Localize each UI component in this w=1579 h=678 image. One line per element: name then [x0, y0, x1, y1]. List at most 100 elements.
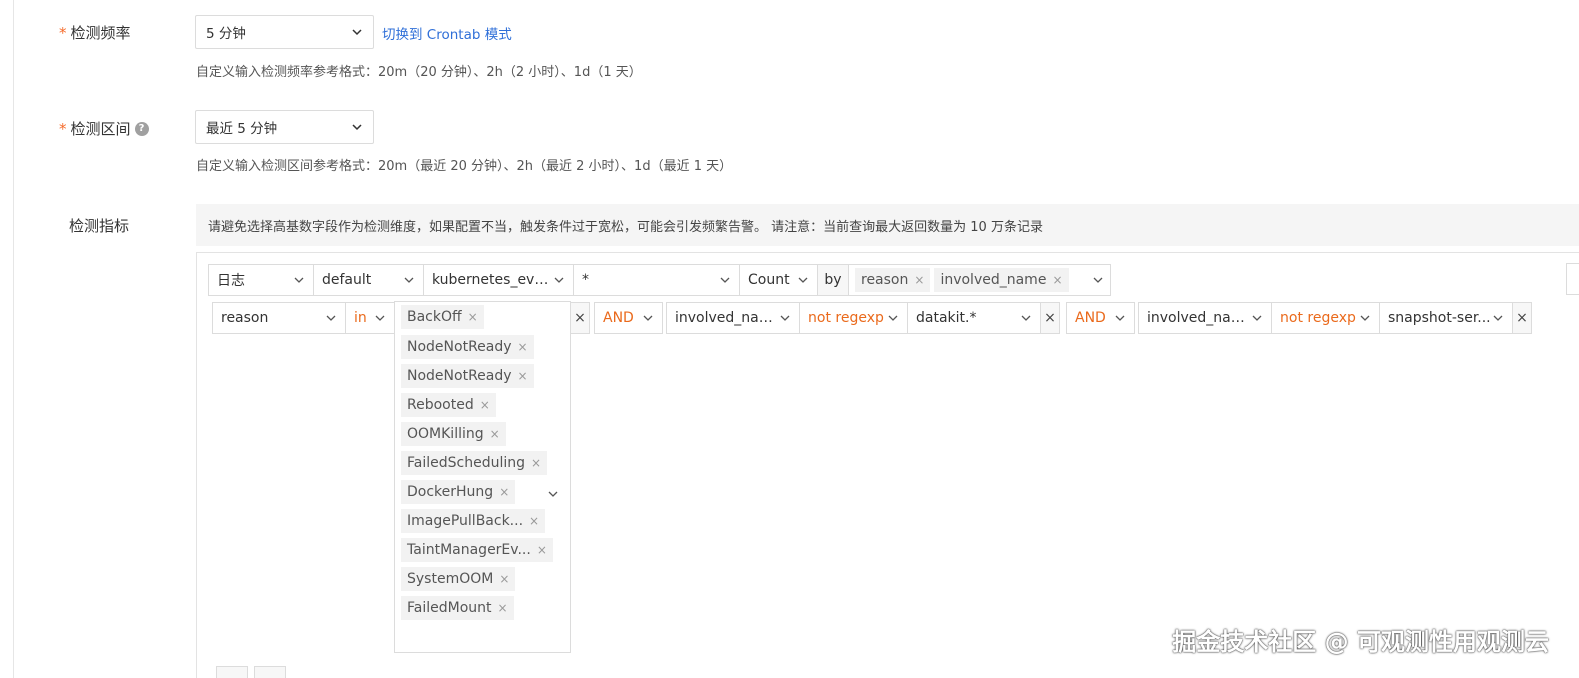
remove-filter-button[interactable]: ×	[1040, 302, 1060, 334]
value-tag-label: SystemOOM	[407, 571, 494, 587]
group-by-select[interactable]: reason × involved_name ×	[848, 264, 1111, 296]
close-icon[interactable]: ×	[499, 485, 509, 499]
switch-crontab-link[interactable]: 切换到 Crontab 模式	[382, 23, 512, 43]
frequency-value: 5 分钟	[206, 26, 246, 42]
function-value: Count	[748, 272, 790, 288]
remove-filter-button[interactable]: ×	[570, 302, 590, 334]
value-tag-label: DockerHung	[407, 484, 494, 500]
index-select[interactable]: default	[313, 264, 424, 296]
filter-value: datakit.*	[916, 310, 977, 326]
value-tag: DockerHung ×	[401, 480, 516, 504]
chevron-down-icon	[1092, 274, 1104, 286]
chevron-down-icon	[351, 121, 363, 133]
filter-field-value: involved_name	[675, 310, 779, 326]
value-tag-label: TaintManagerEv...	[407, 542, 531, 558]
chevron-down-icon	[797, 274, 809, 286]
chevron-down-icon	[547, 488, 559, 500]
metrics-notice: 请避免选择高基数字段作为检测维度，如果配置不当，触发条件过于宽松，可能会引发频繁…	[196, 204, 1579, 246]
add-button[interactable]	[254, 666, 286, 678]
filter-operator-select[interactable]: in	[345, 302, 395, 334]
panel-edge	[1566, 263, 1579, 295]
filter-value: snapshot-ser...	[1388, 310, 1491, 326]
value-tag-label: ImagePullBack...	[407, 513, 524, 529]
interval-select[interactable]: 最近 5 分钟	[195, 110, 374, 144]
interval-value: 最近 5 分钟	[206, 121, 278, 137]
filter-operator-value: not regexp	[808, 310, 884, 326]
add-button[interactable]	[216, 666, 248, 678]
close-icon[interactable]: ×	[518, 340, 528, 354]
close-icon[interactable]: ×	[531, 456, 541, 470]
filter-value-select[interactable]: snapshot-ser...	[1379, 302, 1513, 334]
value-tag: NodeNotReady ×	[401, 335, 534, 359]
frequency-hint: 自定义输入检测频率参考格式：20m（20 分钟）、2h（2 小时）、1d（1 天…	[196, 65, 642, 80]
close-icon[interactable]: ×	[490, 427, 500, 441]
close-icon[interactable]: ×	[914, 273, 924, 287]
remove-filter-button[interactable]: ×	[1512, 302, 1532, 334]
field-value: *	[582, 272, 589, 288]
value-tag-label: NodeNotReady	[407, 339, 512, 355]
metrics-label: 检测指标	[69, 217, 130, 235]
filter-operator-select[interactable]: not regexp	[799, 302, 908, 334]
close-icon[interactable]: ×	[1052, 273, 1062, 287]
index-value: default	[322, 272, 372, 288]
chevron-down-icon	[887, 312, 899, 324]
filter-field-select[interactable]: reason	[212, 302, 346, 334]
value-tag-label: OOMKilling	[407, 426, 484, 442]
filter-field-select[interactable]: involved_name	[666, 302, 800, 334]
chevron-down-icon	[553, 274, 565, 286]
close-icon[interactable]: ×	[498, 601, 508, 615]
value-tag: SystemOOM ×	[401, 567, 516, 591]
interval-label: * 检测区间 ?	[59, 118, 149, 139]
chevron-down-icon	[1492, 312, 1504, 324]
value-tag: FailedScheduling ×	[401, 451, 548, 475]
value-tag: FailedMount ×	[401, 596, 514, 620]
source-value: kubernetes_eve...	[432, 272, 553, 288]
filter-operator-select[interactable]: not regexp	[1271, 302, 1380, 334]
logic-select[interactable]: AND	[1066, 302, 1135, 334]
value-tag-label: Rebooted	[407, 397, 474, 413]
chevron-down-icon	[351, 26, 363, 38]
group-tag: reason ×	[855, 268, 931, 292]
chevron-down-icon	[1114, 312, 1126, 324]
chevron-down-icon	[1359, 312, 1371, 324]
value-tag: Rebooted ×	[401, 393, 496, 417]
chevron-down-icon	[779, 312, 791, 324]
chevron-down-icon	[403, 274, 415, 286]
filter-values-multiselect[interactable]: BackOff × NodeNotReady × NodeNotReady × Reb…	[394, 301, 571, 653]
value-tag: NodeNotReady ×	[401, 364, 534, 388]
group-tag-label: involved_name	[940, 272, 1047, 288]
close-icon[interactable]: ×	[499, 572, 509, 586]
value-tag: ImagePullBack... ×	[401, 509, 546, 533]
value-tag-label: FailedMount	[407, 600, 492, 616]
frequency-label-text: 检测频率	[70, 24, 131, 42]
close-icon[interactable]: ×	[537, 543, 547, 557]
chevron-down-icon	[293, 274, 305, 286]
close-icon[interactable]: ×	[468, 310, 478, 324]
field-select[interactable]: *	[573, 264, 740, 296]
function-select[interactable]: Count	[739, 264, 818, 296]
close-icon[interactable]: ×	[480, 398, 490, 412]
value-tag: BackOff ×	[401, 305, 484, 329]
source-select[interactable]: kubernetes_eve...	[423, 264, 574, 296]
left-divider	[13, 0, 14, 678]
chevron-down-icon	[719, 274, 731, 286]
watermark: 掘金技术社区 @ 可观测性用观测云	[1172, 628, 1549, 656]
datasource-select[interactable]: 日志	[208, 264, 314, 296]
frequency-label: * 检测频率	[59, 22, 131, 43]
required-mark: *	[59, 119, 67, 138]
value-tag-label: BackOff	[407, 309, 462, 325]
filter-value-select[interactable]: datakit.*	[907, 302, 1041, 334]
logic-select[interactable]: AND	[594, 302, 663, 334]
interval-label-text: 检测区间	[70, 120, 131, 138]
filter-field-select[interactable]: involved_name	[1138, 302, 1272, 334]
filter-operator-value: in	[354, 310, 367, 326]
frequency-select[interactable]: 5 分钟	[195, 15, 374, 49]
value-tag-label: NodeNotReady	[407, 368, 512, 384]
by-label: by	[817, 264, 849, 296]
close-icon[interactable]: ×	[518, 369, 528, 383]
help-icon[interactable]: ?	[134, 121, 149, 136]
filter-field-value: reason	[221, 310, 269, 326]
value-tag: TaintManagerEv... ×	[401, 538, 553, 562]
close-icon[interactable]: ×	[529, 514, 539, 528]
datasource-value: 日志	[217, 273, 245, 289]
